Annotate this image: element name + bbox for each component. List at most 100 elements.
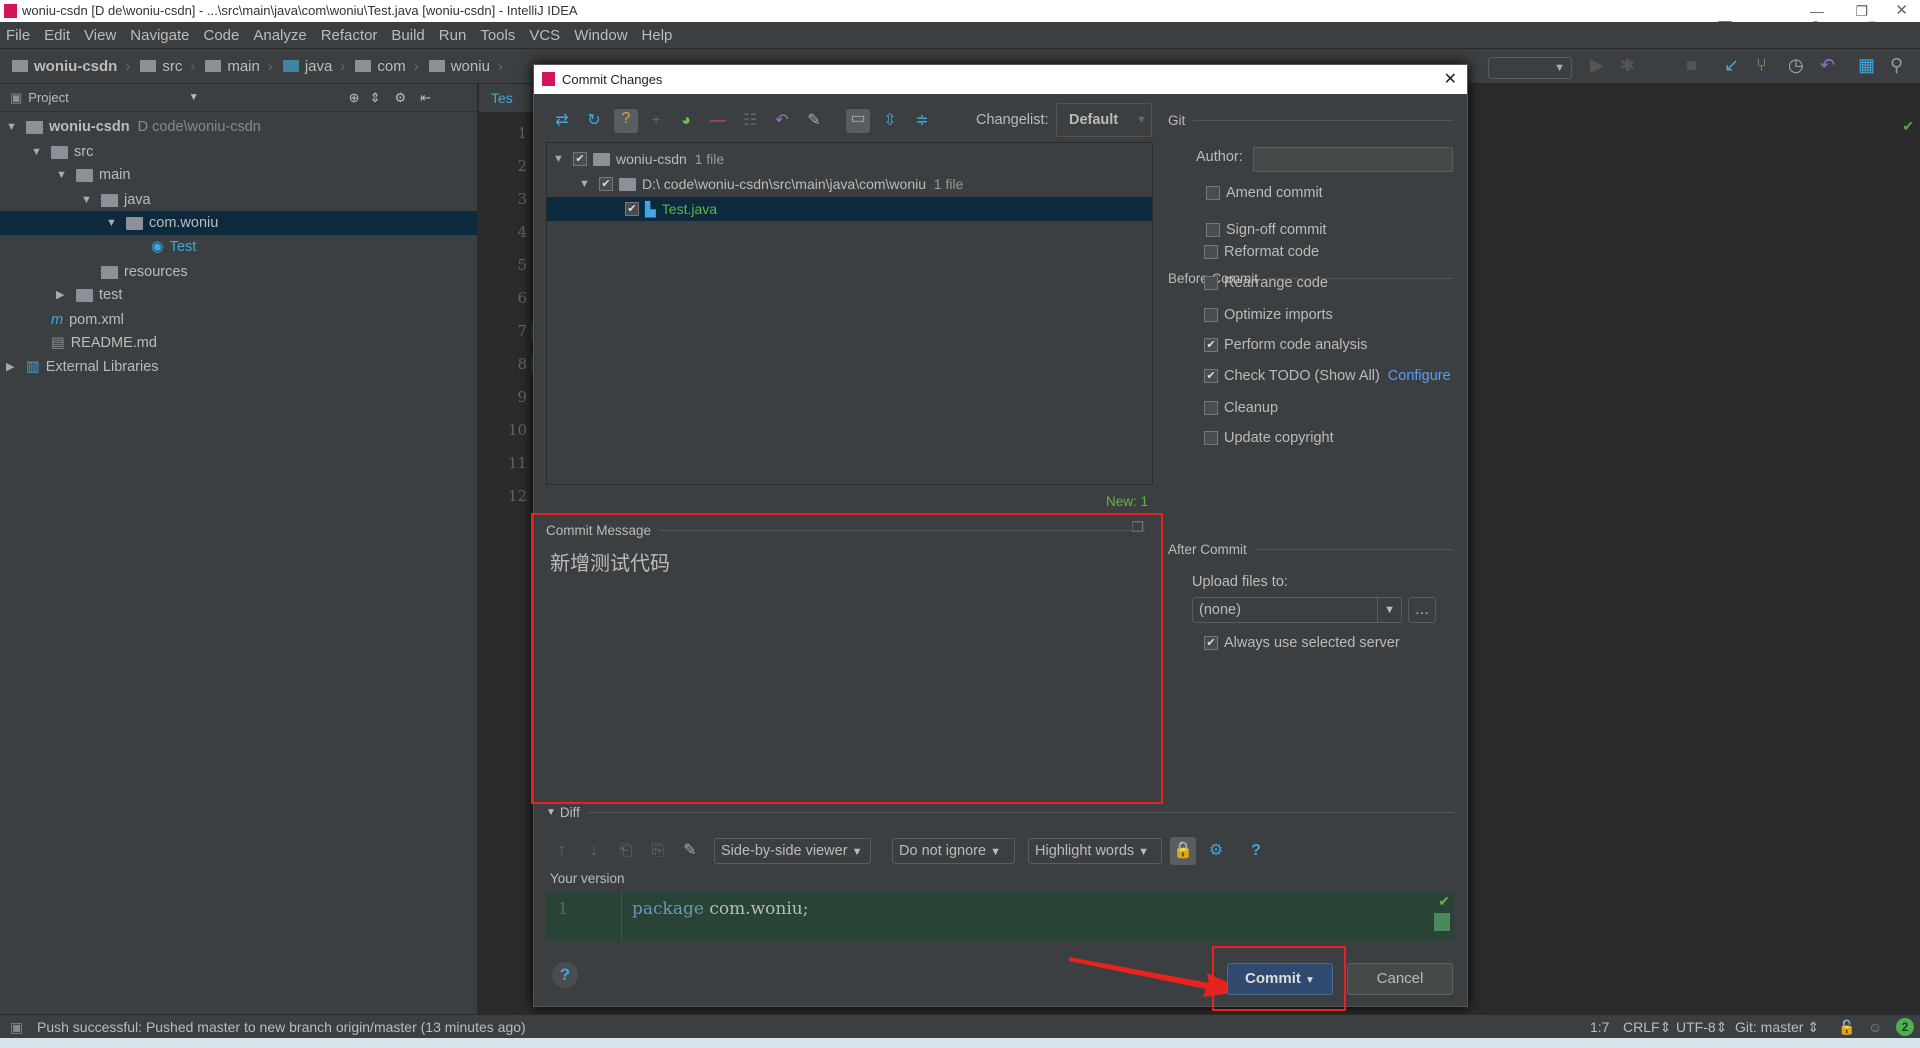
vcs-commit-icon[interactable]: ⑂ [1756, 55, 1767, 76]
project-tree-item[interactable]: resources [0, 260, 478, 284]
menu-navigate[interactable]: Navigate [130, 27, 189, 44]
gear-icon[interactable]: ⚙ [1206, 841, 1226, 861]
expand-arrow-icon[interactable]: ▼ [579, 178, 591, 190]
checkbox[interactable] [1204, 276, 1218, 290]
toggle-tool-windows-icon[interactable]: ▣ [10, 1015, 23, 1039]
expand-arrow-icon[interactable]: ▶ [6, 355, 18, 379]
checkbox[interactable] [1204, 401, 1218, 415]
breadcrumb-java[interactable]: java [282, 58, 346, 75]
menu-file[interactable]: File [6, 27, 30, 44]
revert-icon[interactable]: ↶ [1820, 55, 1835, 76]
change-node-file[interactable]: ✔ ▙ Test.java [547, 197, 1152, 221]
menu-help[interactable]: Help [642, 27, 673, 44]
previous-file-icon[interactable]: ⎗ [616, 841, 636, 861]
expand-arrow-icon[interactable]: ▼ [81, 188, 93, 212]
project-tree-item[interactable]: m pom.xml [0, 308, 478, 332]
rollback-icon[interactable]: ↶ [772, 111, 792, 131]
help-icon[interactable]: ? [1246, 841, 1266, 861]
before-commit-option[interactable]: Reformat code [1204, 244, 1319, 260]
project-tree-item[interactable]: ▶ ▥ External Libraries [0, 355, 478, 379]
include-checkbox[interactable]: ✔ [573, 152, 587, 166]
change-node-root[interactable]: ▼ ✔ woniu-csdn 1 file [547, 147, 724, 171]
changes-tree[interactable]: ▼ ✔ woniu-csdn 1 file ▼ ✔ D:\ code\woniu-csd… [546, 142, 1153, 485]
menu-run[interactable]: Run [439, 27, 467, 44]
expand-arrow-icon[interactable]: ▼ [56, 163, 68, 187]
project-tree-item[interactable]: ▼ src [0, 140, 478, 164]
checkbox[interactable]: ✔ [1204, 338, 1218, 352]
project-tree-item[interactable]: ▼ java [0, 188, 478, 212]
breadcrumb-src[interactable]: src [140, 58, 195, 75]
menu-window[interactable]: Window [574, 27, 627, 44]
expand-arrow-icon[interactable]: ▼ [106, 211, 118, 235]
edit-source-icon[interactable]: ✎ [680, 841, 700, 861]
signoff-commit-checkbox[interactable]: Sign-off commit [1206, 222, 1326, 238]
project-tree-item[interactable]: ▤ README.md [0, 331, 478, 355]
project-tree-item[interactable]: ▼ com.woniu [0, 211, 478, 235]
project-view-selector[interactable]: Project [28, 90, 68, 105]
breadcrumb-woniu[interactable]: woniu [428, 58, 503, 75]
menu-vcs[interactable]: VCS [529, 27, 560, 44]
line-separator[interactable]: CRLF⇕ [1623, 1015, 1671, 1039]
checkbox[interactable] [1204, 245, 1218, 259]
viewer-dropdown[interactable]: Side-by-side viewer ▼ [714, 838, 871, 864]
breadcrumb-com[interactable]: com [355, 58, 418, 75]
file-encoding[interactable]: UTF-8⇕ [1676, 1015, 1727, 1039]
gear-icon[interactable]: ⚙ [394, 90, 406, 106]
refresh-icon[interactable]: ↻ [584, 111, 604, 131]
project-structure-icon[interactable]: ▦ [1858, 55, 1875, 76]
run-icon[interactable]: ▶ [1590, 55, 1604, 76]
before-commit-option[interactable]: Cleanup [1204, 400, 1278, 416]
remove-icon[interactable]: — [708, 111, 728, 131]
collapse-all-icon[interactable]: ⇕ [370, 90, 381, 106]
diff-section-header[interactable]: ▼ Diff [546, 805, 1454, 820]
stop-icon[interactable]: ■ [1686, 55, 1697, 76]
amend-commit-checkbox[interactable]: Amend commit [1206, 185, 1323, 201]
before-commit-option[interactable]: Update copyright [1204, 430, 1334, 446]
lock-icon[interactable]: 🔒 [1170, 837, 1196, 865]
include-checkbox[interactable]: ✔ [599, 177, 613, 191]
before-commit-option[interactable]: ✔ Check TODO (Show All) Configure [1204, 368, 1451, 384]
checkbox[interactable] [1204, 308, 1218, 322]
debug-icon[interactable]: ✱ [1620, 55, 1635, 76]
run-config-dropdown[interactable]: ▼ [1488, 57, 1572, 79]
browse-servers-button[interactable]: … [1408, 597, 1436, 623]
configure-link[interactable]: Configure [1388, 368, 1451, 384]
chevron-down-icon[interactable]: ▼ [189, 92, 199, 103]
breadcrumb-main[interactable]: main [205, 58, 273, 75]
show-diff-icon[interactable]: ⇄ [552, 111, 572, 131]
project-tree-item[interactable]: ◉ Test [0, 235, 478, 259]
readonly-lock-icon[interactable]: 🔓 [1838, 1015, 1855, 1039]
menu-view[interactable]: View [84, 27, 116, 44]
ignore-dropdown[interactable]: Do not ignore ▼ [892, 838, 1015, 864]
search-icon[interactable]: ⚲ [1890, 55, 1903, 76]
next-file-icon[interactable]: ⎘ [648, 841, 668, 861]
project-tree-item[interactable]: ▼ woniu-csdn D code\woniu-csdn [0, 115, 478, 139]
project-tree-item[interactable]: ▶ test [0, 283, 478, 307]
help-button[interactable]: ? [552, 962, 578, 988]
expand-arrow-icon[interactable]: ▼ [6, 115, 18, 139]
checkbox[interactable] [1204, 431, 1218, 445]
author-input[interactable] [1253, 147, 1453, 172]
menu-code[interactable]: Code [203, 27, 239, 44]
git-branch[interactable]: Git: master ⇕ [1735, 1015, 1819, 1039]
hide-panel-icon[interactable]: ⇤ [420, 90, 431, 106]
hector-icon[interactable]: ☺ [1868, 1015, 1882, 1039]
always-use-server-checkbox[interactable]: ✔ Always use selected server [1204, 635, 1400, 651]
expand-all-icon[interactable]: ⇳ [880, 111, 900, 131]
upload-server-dropdown[interactable]: (none) ▼ [1192, 597, 1402, 623]
group-icon[interactable]: ☷ [740, 111, 760, 131]
vcs-history-icon[interactable]: ◷ [1788, 55, 1804, 76]
next-diff-icon[interactable]: ↓ [584, 841, 604, 861]
status-message[interactable]: Push successful: Pushed master to new br… [37, 1015, 526, 1039]
locate-icon[interactable]: ⊕ [349, 90, 360, 106]
menu-edit[interactable]: Edit [44, 27, 70, 44]
menu-build[interactable]: Build [391, 27, 424, 44]
cancel-button[interactable]: Cancel [1347, 963, 1453, 995]
edit-source-icon[interactable]: ✎ [804, 111, 824, 131]
expand-arrow-icon[interactable]: ▼ [553, 153, 565, 165]
editor-tab-test[interactable]: Tes [479, 84, 539, 112]
checkbox[interactable]: ✔ [1204, 369, 1218, 383]
include-checkbox[interactable]: ✔ [625, 202, 639, 216]
breadcrumb-project[interactable]: woniu-csdn [12, 58, 130, 75]
highlight-dropdown[interactable]: Highlight words ▼ [1028, 838, 1162, 864]
